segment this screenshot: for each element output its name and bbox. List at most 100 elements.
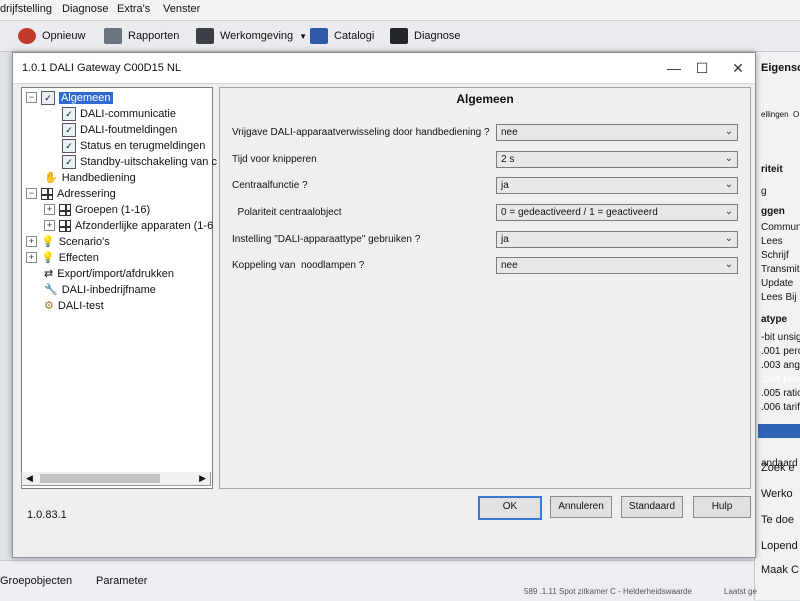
minimize-button[interactable]: — (663, 58, 685, 78)
param-select[interactable]: ja ⌄ (496, 177, 738, 194)
tree-item-adressering[interactable]: − Adressering (26, 186, 116, 201)
tree-item-label: Scenario's (58, 235, 110, 248)
bg-label: atype (761, 314, 788, 325)
chevron-down-icon: ⌄ (724, 126, 733, 137)
param-select[interactable]: ja ⌄ (496, 231, 738, 248)
scroll-left-icon[interactable]: ◀ (26, 473, 33, 484)
bg-label: Communi (761, 222, 800, 233)
menu-bedrijfstelling[interactable]: drijfstelling (0, 3, 52, 15)
background-bottom-bar: Groepobjecten Parameter 589 .1.11 Spot z… (0, 560, 757, 601)
printer-icon (104, 28, 122, 44)
tab-group-objects[interactable]: Groepobjecten (0, 575, 72, 587)
refresh-button[interactable]: Opnieuw (14, 24, 89, 48)
param-value: ja (501, 234, 509, 245)
scroll-thumb[interactable] (40, 474, 160, 483)
param-select[interactable]: 0 = gedeactiveerd / 1 = geactiveerd ⌄ (496, 204, 738, 221)
param-label: Centraalfunctie ? (232, 180, 308, 191)
bg-label: .003 angl (761, 360, 800, 371)
reports-label: Rapporten (128, 30, 180, 42)
bg-label: ellingen (761, 110, 789, 119)
bg-label: .001 perc (761, 346, 800, 357)
param-label: Polariteit centraalobject (232, 207, 342, 218)
selected-row-highlight (758, 424, 800, 438)
reports-button[interactable]: Rapporten (100, 24, 183, 48)
hand-icon: ✋ (44, 172, 58, 184)
param-value: nee (501, 127, 518, 138)
scroll-right-icon[interactable]: ▶ (199, 473, 206, 484)
bg-label: Werko (761, 488, 793, 500)
menu-diagnose[interactable]: Diagnose (62, 3, 108, 15)
tree-item-dali-communicatie[interactable]: ✓ DALI-communicatie (62, 106, 176, 121)
param-select[interactable]: nee ⌄ (496, 124, 738, 141)
param-row: Vrijgave DALI-apparaatverwisseling door … (228, 124, 748, 142)
expand-icon[interactable]: + (44, 220, 55, 231)
tree-item-standby[interactable]: ✓ Standby-uitschakeling van c (62, 154, 217, 169)
collapse-icon[interactable]: − (26, 92, 37, 103)
dialog-titlebar[interactable]: 1.0.1 DALI Gateway C00D15 NL — ☐ ✕ (13, 53, 755, 84)
bg-label: O (793, 110, 800, 119)
collapse-icon[interactable]: − (26, 188, 37, 199)
main-toolbar: Opnieuw Rapporten Werkomgeving ▼ Catalog… (0, 21, 800, 52)
tree-item-inbedrijfname[interactable]: 🔧 DALI-inbedrijfname (44, 282, 156, 297)
expand-icon[interactable]: + (26, 252, 37, 263)
tree-item-label: Standby-uitschakeling van c (80, 155, 217, 168)
tree-horizontal-scrollbar[interactable]: ◀ ▶ (21, 472, 211, 486)
tree-item-handbediening[interactable]: ✋ Handbediening (44, 170, 136, 185)
tab-parameter[interactable]: Parameter (96, 575, 147, 587)
background-properties-panel: Eigensch ellingen O riteit g ggen Commun… (754, 52, 800, 600)
tree-item-status[interactable]: ✓ Status en terugmeldingen (62, 138, 205, 153)
workspace-button[interactable]: Werkomgeving ▼ (192, 24, 311, 48)
param-value: 2 s (501, 154, 515, 165)
parameter-dialog: 1.0.1 DALI Gateway C00D15 NL — ☐ ✕ − ✓ A… (12, 52, 756, 558)
tree-item-dali-foutmeldingen[interactable]: ✓ DALI-foutmeldingen (62, 122, 177, 137)
chevron-down-icon: ⌄ (724, 206, 733, 217)
diagnose-button[interactable]: Diagnose (386, 24, 464, 48)
tree-item-effecten[interactable]: + 💡 Effecten (26, 250, 99, 265)
close-button[interactable]: ✕ (727, 58, 749, 78)
bg-label: .006 tariff (761, 402, 800, 413)
menu-venster[interactable]: Venster (163, 3, 200, 15)
grid-icon (59, 219, 71, 232)
checklist-icon: ✓ (62, 138, 76, 153)
bg-label: Lees Bij In (761, 292, 800, 303)
ok-button[interactable]: OK (478, 496, 542, 520)
param-select[interactable]: nee ⌄ (496, 257, 738, 274)
param-value: 0 = gedeactiveerd / 1 = geactiveerd (501, 207, 658, 218)
param-value: ja (501, 180, 509, 191)
monitor-icon (390, 28, 408, 44)
maximize-button[interactable]: ☐ (691, 58, 713, 78)
param-select[interactable]: 2 s ⌄ (496, 151, 738, 168)
tree-item-groepen[interactable]: + Groepen (1-16) (44, 202, 150, 217)
catalogs-button[interactable]: Catalogi (306, 24, 378, 48)
book-icon (310, 28, 328, 44)
tree-item-afzonderlijke[interactable]: + Afzonderlijke apparaten (1-6 (44, 218, 213, 233)
bulb-icon: 💡 (41, 252, 55, 264)
tree-item-dali-test[interactable]: ⚙ DALI-test (44, 298, 104, 313)
tree-item-label: Handbediening (61, 171, 136, 184)
bg-label: g (761, 186, 767, 197)
cancel-button[interactable]: Annuleren (550, 496, 612, 518)
param-row: Instelling "DALI-apparaattype" gebruiken… (228, 231, 748, 249)
tree-item-label: DALI-communicatie (80, 107, 176, 120)
diagnose-label: Diagnose (414, 30, 461, 42)
bulb-icon: 💡 (41, 236, 55, 248)
status-text: Laatst ge (724, 587, 757, 596)
default-button[interactable]: Standaard (621, 496, 683, 518)
parameter-panel: Algemeen Vrijgave DALI-apparaatverwissel… (219, 87, 751, 489)
catalogs-label: Catalogi (334, 30, 375, 42)
expand-icon[interactable]: + (26, 236, 37, 247)
version-label: 1.0.83.1 (27, 509, 67, 521)
menu-extras[interactable]: Extra's (117, 3, 150, 15)
bg-label: Update (761, 278, 794, 289)
param-label: Vrijgave DALI-apparaatverwisseling door … (232, 127, 490, 138)
workspace-icon (196, 28, 214, 44)
tree-item-algemeen[interactable]: − ✓ Algemeen (26, 90, 113, 105)
bg-label: Eigensch (761, 62, 800, 74)
tree-item-export[interactable]: ⇄ Export/import/afdrukken (44, 266, 174, 281)
tree-item-scenarios[interactable]: + 💡 Scenario's (26, 234, 110, 249)
expand-icon[interactable]: + (44, 204, 55, 215)
help-button[interactable]: Hulp (693, 496, 751, 518)
parameter-tree: − ✓ Algemeen ✓ DALI-communicatie ✓ DALI-… (21, 87, 217, 489)
export-icon: ⇄ (44, 268, 54, 280)
param-label: Koppeling van noodlampen ? (232, 260, 365, 271)
